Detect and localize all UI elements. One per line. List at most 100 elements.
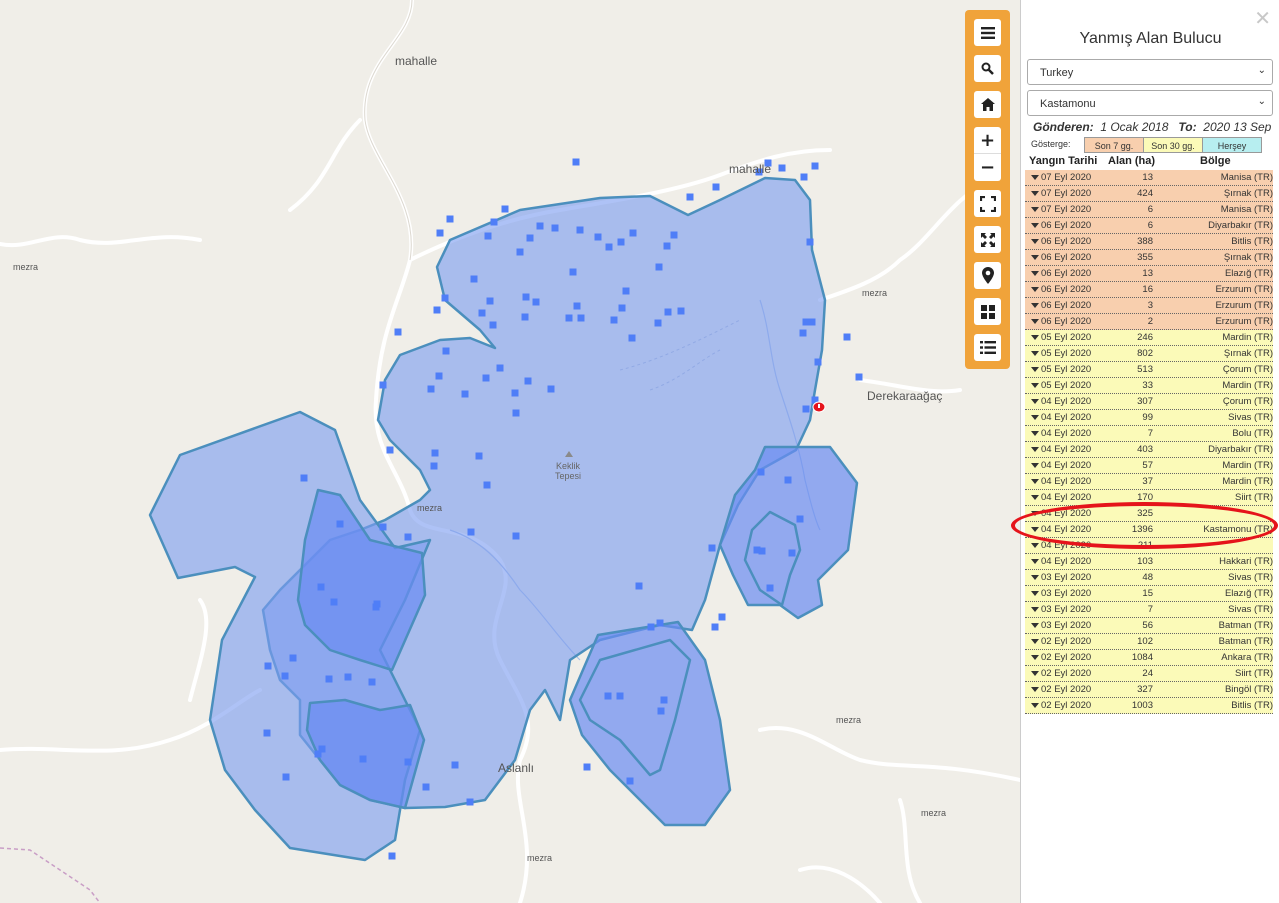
hotspot-marker[interactable] [289,654,297,662]
hotspot-marker[interactable] [656,619,664,627]
hotspot-marker[interactable] [482,374,490,382]
column-date[interactable]: Yangın Tarihi [1029,155,1097,167]
hotspot-marker[interactable] [565,314,573,322]
expand-caret-icon[interactable] [1031,287,1039,292]
hotspot-marker[interactable] [616,692,624,700]
hotspot-marker[interactable] [344,673,352,681]
hotspot-marker[interactable] [604,692,612,700]
hotspot-marker[interactable] [622,287,630,295]
hotspot-marker[interactable] [436,229,444,237]
expand-caret-icon[interactable] [1031,575,1039,580]
hotspot-marker[interactable] [605,243,613,251]
hotspot-marker[interactable] [647,623,655,631]
expand-caret-icon[interactable] [1031,175,1039,180]
zoom-out-button[interactable]: − [974,154,1001,181]
fit-extent-button[interactable] [974,226,1001,253]
hotspot-marker[interactable] [811,162,819,170]
from-date[interactable]: 1 Ocak 2018 [1100,120,1168,134]
expand-caret-icon[interactable] [1031,255,1039,260]
hotspot-marker[interactable] [496,364,504,372]
hotspot-marker[interactable] [314,750,322,758]
expand-caret-icon[interactable] [1031,431,1039,436]
hotspot-marker[interactable] [660,696,668,704]
home-button[interactable] [974,91,1001,118]
hotspot-marker[interactable] [379,381,387,389]
table-row[interactable]: 06 Eyl 2020 6 Diyarbakır (TR) [1025,218,1273,234]
table-row[interactable]: 04 Eyl 2020 99 Sivas (TR) [1025,410,1273,426]
expand-caret-icon[interactable] [1031,463,1039,468]
legend-last-7-days[interactable]: Son 7 gg. [1084,137,1144,153]
table-row[interactable]: 07 Eyl 2020 13 Manisa (TR) [1025,170,1273,186]
hotspot-marker[interactable] [263,729,271,737]
expand-caret-icon[interactable] [1031,687,1039,692]
table-row[interactable]: 06 Eyl 2020 3 Erzurum (TR) [1025,298,1273,314]
hotspot-marker[interactable] [843,333,851,341]
hotspot-marker[interactable] [282,773,290,781]
hotspot-marker[interactable] [475,452,483,460]
hotspot-marker[interactable] [379,523,387,531]
table-row[interactable]: 03 Eyl 2020 48 Sivas (TR) [1025,570,1273,586]
hotspot-marker[interactable] [618,304,626,312]
table-row[interactable]: 04 Eyl 2020 103 Hakkari (TR) [1025,554,1273,570]
expand-caret-icon[interactable] [1031,319,1039,324]
hotspot-marker[interactable] [264,662,272,670]
table-row[interactable]: 05 Eyl 2020 33 Mardin (TR) [1025,378,1273,394]
hotspot-marker[interactable] [536,222,544,230]
hotspot-marker[interactable] [711,623,719,631]
hotspot-marker[interactable] [404,758,412,766]
hotspot-marker[interactable] [778,164,786,172]
hotspot-marker[interactable] [617,238,625,246]
hotspot-marker[interactable] [467,528,475,536]
province-select[interactable]: Kastamonu ⌄ [1027,90,1273,116]
table-row[interactable]: 05 Eyl 2020 802 Şırnak (TR) [1025,346,1273,362]
hotspot-marker[interactable] [325,675,333,683]
expand-caret-icon[interactable] [1031,383,1039,388]
zoom-in-button[interactable]: + [974,127,1001,154]
hotspot-marker[interactable] [626,777,634,785]
hotspot-marker[interactable] [635,582,643,590]
table-row[interactable]: 06 Eyl 2020 13 Elazığ (TR) [1025,266,1273,282]
legend-all[interactable]: Herşey [1202,137,1262,153]
table-row[interactable]: 03 Eyl 2020 56 Batman (TR) [1025,618,1273,634]
hotspot-marker[interactable] [757,468,765,476]
hotspot-marker[interactable] [718,613,726,621]
table-row[interactable]: 04 Eyl 2020 37 Mardin (TR) [1025,474,1273,490]
hotspot-marker[interactable] [526,234,534,242]
hotspot-marker[interactable] [784,476,792,484]
expand-caret-icon[interactable] [1031,351,1039,356]
hotspot-marker[interactable] [664,308,672,316]
location-button[interactable] [974,262,1001,289]
table-row[interactable]: 07 Eyl 2020 424 Şırnak (TR) [1025,186,1273,202]
hotspot-marker[interactable] [368,678,376,686]
hotspot-marker[interactable] [594,233,602,241]
table-row[interactable]: 04 Eyl 2020 403 Diyarbakır (TR) [1025,442,1273,458]
hotspot-marker[interactable] [300,474,308,482]
hotspot-marker[interactable] [788,549,796,557]
table-row[interactable]: 04 Eyl 2020 307 Çorum (TR) [1025,394,1273,410]
table-row[interactable]: 06 Eyl 2020 16 Erzurum (TR) [1025,282,1273,298]
hotspot-marker[interactable] [483,481,491,489]
hotspot-marker[interactable] [569,268,577,276]
hotspot-marker[interactable] [441,294,449,302]
to-date[interactable]: 2020 13 Sep [1203,120,1271,134]
hotspot-marker[interactable] [404,533,412,541]
expand-caret-icon[interactable] [1031,479,1039,484]
expand-caret-icon[interactable] [1031,655,1039,660]
table-row[interactable]: 05 Eyl 2020 246 Mardin (TR) [1025,330,1273,346]
expand-caret-icon[interactable] [1031,607,1039,612]
hotspot-marker[interactable] [511,389,519,397]
hotspot-marker[interactable] [524,377,532,385]
hotspot-marker[interactable] [814,358,822,366]
expand-caret-icon[interactable] [1031,367,1039,372]
map-view[interactable]: mahalle mahalle mezra mezra Derekaraağaç… [0,0,1020,903]
hotspot-marker[interactable] [281,672,289,680]
hotspot-marker[interactable] [547,385,555,393]
hotspot-marker[interactable] [446,215,454,223]
expand-caret-icon[interactable] [1031,191,1039,196]
expand-caret-icon[interactable] [1031,543,1039,548]
hotspot-marker[interactable] [654,319,662,327]
hotspot-marker[interactable] [317,583,325,591]
table-row[interactable]: 04 Eyl 2020 7 Bolu (TR) [1025,426,1273,442]
hotspot-marker[interactable] [677,307,685,315]
red-pin-icon[interactable] [812,401,826,413]
